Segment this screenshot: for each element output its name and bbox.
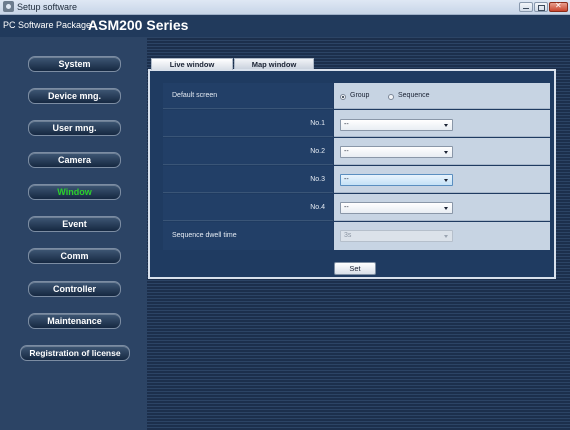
slot-3-select[interactable]: -- bbox=[340, 174, 453, 186]
slot-4-label: No.4 bbox=[310, 204, 325, 211]
chevron-down-icon bbox=[444, 235, 448, 238]
title-bar: Setup software bbox=[0, 0, 570, 15]
set-button[interactable]: Set bbox=[334, 262, 376, 275]
sidebar-item-user-mng[interactable]: User mng. bbox=[28, 120, 121, 136]
radio-sequence-label: Sequence bbox=[398, 92, 430, 99]
dwell-select: 3s bbox=[340, 230, 453, 242]
sidebar-item-controller[interactable]: Controller bbox=[28, 281, 121, 297]
minimize-button[interactable] bbox=[519, 2, 533, 12]
maximize-button[interactable] bbox=[534, 2, 548, 12]
slot-2-value: -- bbox=[344, 148, 349, 155]
sidebar-item-device-mng[interactable]: Device mng. bbox=[28, 88, 121, 104]
slot-4-value: -- bbox=[344, 204, 349, 211]
sidebar-item-maintenance[interactable]: Maintenance bbox=[28, 313, 121, 329]
package-label: PC Software Package bbox=[3, 20, 92, 30]
close-button[interactable] bbox=[549, 1, 568, 12]
chevron-down-icon bbox=[444, 151, 448, 154]
slot-3-value: -- bbox=[344, 176, 349, 183]
slot-4-label-cell: No.4 bbox=[163, 194, 333, 221]
chevron-down-icon bbox=[444, 124, 448, 127]
slot-1-label-cell: No.1 bbox=[163, 110, 333, 137]
slot-3-label: No.3 bbox=[310, 176, 325, 183]
default-screen-label: Default screen bbox=[172, 92, 218, 99]
slot-4-select[interactable]: -- bbox=[340, 202, 453, 214]
sidebar-item-comm[interactable]: Comm bbox=[28, 248, 121, 264]
radio-group-label: Group bbox=[350, 92, 370, 99]
sidebar-item-system[interactable]: System bbox=[28, 56, 121, 72]
default-screen-value-cell: Group Sequence bbox=[334, 83, 550, 109]
app-icon bbox=[3, 1, 14, 12]
slot-1-value: -- bbox=[344, 121, 349, 128]
sidebar-item-window[interactable]: Window bbox=[28, 184, 121, 200]
chevron-down-icon bbox=[444, 207, 448, 210]
series-label: ASM200 Series bbox=[88, 17, 189, 33]
slot-1-select[interactable]: -- bbox=[340, 119, 453, 131]
slot-2-select[interactable]: -- bbox=[340, 146, 453, 158]
chevron-down-icon bbox=[444, 179, 448, 182]
slot-2-label: No.2 bbox=[310, 148, 325, 155]
sidebar-item-camera[interactable]: Camera bbox=[28, 152, 121, 168]
window-title: Setup software bbox=[17, 2, 78, 12]
app-header: PC Software Package ASM200 Series bbox=[0, 15, 570, 37]
sidebar-item-registration-of-license[interactable]: Registration of license bbox=[20, 345, 130, 361]
tab-live-window[interactable]: Live window bbox=[151, 58, 233, 70]
radio-group[interactable] bbox=[340, 94, 346, 100]
default-screen-label-cell: Default screen bbox=[163, 83, 333, 109]
dwell-label-cell: Sequence dwell time bbox=[163, 222, 333, 250]
slot-2-label-cell: No.2 bbox=[163, 138, 333, 165]
sidebar-item-event[interactable]: Event bbox=[28, 216, 121, 232]
slot-1-label: No.1 bbox=[310, 120, 325, 127]
radio-sequence[interactable] bbox=[388, 94, 394, 100]
dwell-label: Sequence dwell time bbox=[172, 232, 237, 239]
dwell-value: 3s bbox=[344, 232, 352, 239]
slot-3-label-cell: No.3 bbox=[163, 166, 333, 193]
